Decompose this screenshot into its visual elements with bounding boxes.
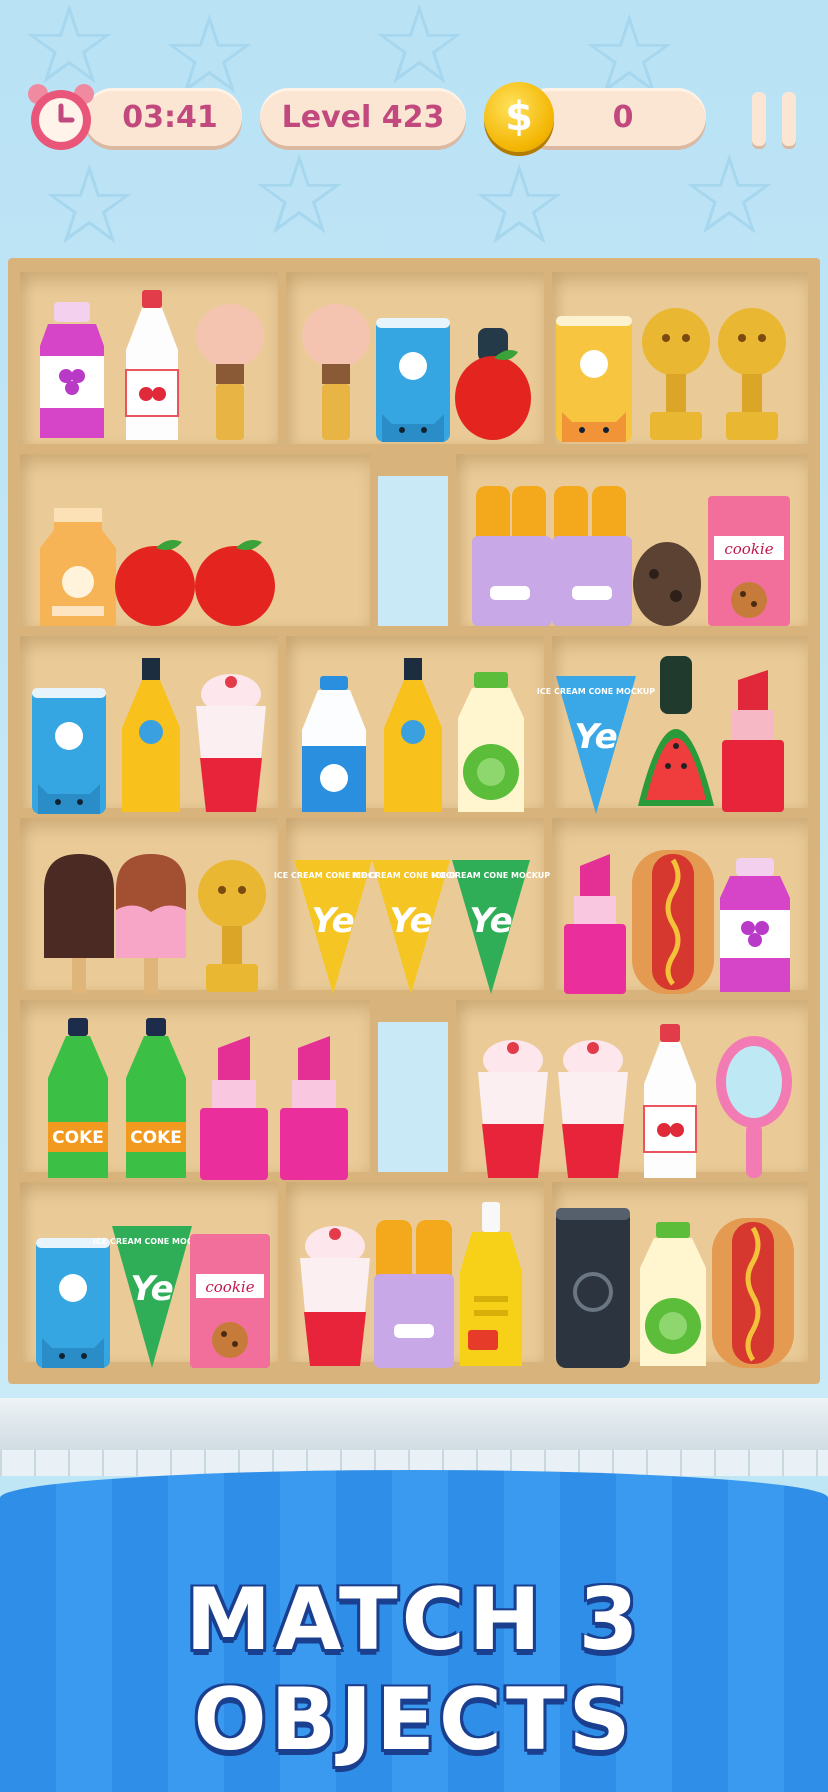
- star-decoration: ☆: [40, 141, 139, 269]
- yellow-ice-cream-cone-icon[interactable]: ICE CREAM CONE MOCKUP Ye: [274, 860, 392, 994]
- dark-can-icon[interactable]: [556, 1208, 630, 1368]
- star-decoration: ☆: [470, 141, 569, 269]
- strawberry-popsicle-icon[interactable]: [116, 854, 186, 994]
- pause-bar-icon: [752, 92, 766, 146]
- tray-counter: [0, 1398, 828, 1452]
- blue-ice-cream-cone-icon[interactable]: ICE CREAM CONE MOCKUP Ye: [537, 676, 655, 814]
- coke-label: COKE: [130, 1128, 182, 1148]
- cookie-label: cookie: [205, 1278, 254, 1296]
- empty-gap: [378, 476, 448, 626]
- green-ice-cream-cone-icon[interactable]: ICE CREAM CONE MOCKUP Ye: [432, 860, 550, 994]
- apple-icon[interactable]: [114, 536, 196, 626]
- watermelon-slice-icon[interactable]: [636, 656, 716, 814]
- ye-label: Ye: [389, 901, 432, 941]
- cookie-box-icon[interactable]: cookie: [708, 496, 790, 626]
- red-lipstick-icon[interactable]: [718, 670, 788, 814]
- blue-milk-bottle-icon[interactable]: [300, 676, 368, 814]
- yellow-ketchup-bottle-icon[interactable]: [458, 1202, 524, 1368]
- makeup-brush-icon[interactable]: [194, 302, 266, 442]
- trophy-icon[interactable]: [638, 306, 714, 442]
- orange-juice-bottle-icon[interactable]: [380, 658, 446, 814]
- fries-box-icon[interactable]: [472, 486, 634, 626]
- pause-bar-icon: [782, 92, 796, 146]
- cherry-milk-bottle-icon[interactable]: [122, 290, 182, 442]
- star-decoration: ☆: [680, 131, 779, 259]
- orange-juice-bottle-icon[interactable]: [118, 658, 184, 814]
- strawberry-milkshake-icon[interactable]: [556, 1038, 630, 1180]
- timer-display: 03:41: [84, 88, 242, 146]
- hand-mirror-icon[interactable]: [714, 1034, 794, 1180]
- fries-box-icon[interactable]: [374, 1220, 454, 1368]
- strawberry-milkshake-icon[interactable]: [476, 1038, 550, 1180]
- makeup-brush-icon[interactable]: [300, 302, 372, 442]
- milk-carton-icon[interactable]: [40, 508, 116, 626]
- grape-milk-bottle-icon[interactable]: [718, 858, 792, 994]
- apple-icon[interactable]: [454, 328, 532, 442]
- strawberry-milkshake-icon[interactable]: [298, 1224, 372, 1368]
- blue-cat-cup-icon[interactable]: [36, 1238, 110, 1368]
- level-text: Level 423: [281, 99, 445, 135]
- yellow-cat-cup-icon[interactable]: [556, 316, 632, 442]
- coin-icon: $: [484, 82, 554, 152]
- alarm-clock-icon: [28, 84, 94, 150]
- coin-symbol: $: [505, 94, 533, 140]
- egg-icon[interactable]: [632, 538, 702, 626]
- strawberry-milkshake-icon[interactable]: [194, 672, 268, 814]
- ye-label: Ye: [311, 901, 354, 941]
- pink-lipstick-icon[interactable]: [198, 1036, 270, 1180]
- coin-count-text: 0: [612, 99, 634, 135]
- timer-text: 03:41: [122, 99, 218, 135]
- ye-label: Ye: [130, 1269, 173, 1309]
- pink-lipstick-icon[interactable]: [560, 854, 630, 994]
- banner-title: MATCH 3 OBJECTS: [185, 1570, 643, 1770]
- coke-bottle-icon[interactable]: COKE: [44, 1018, 112, 1180]
- level-display: Level 423: [260, 88, 466, 146]
- hot-dog-icon[interactable]: [712, 1218, 794, 1368]
- cookie-label: cookie: [724, 540, 773, 558]
- green-yogurt-bottle-icon[interactable]: [638, 1222, 708, 1368]
- coke-label: COKE: [52, 1128, 104, 1148]
- trophy-icon[interactable]: [714, 306, 790, 442]
- blue-cat-cup-icon[interactable]: [376, 318, 450, 442]
- apple-icon[interactable]: [194, 536, 276, 626]
- green-yogurt-bottle-icon[interactable]: [456, 672, 526, 814]
- yellow-ice-cream-cone-icon[interactable]: ICE CREAM CONE MOCKUP Ye: [352, 860, 470, 994]
- hot-dog-icon[interactable]: [632, 850, 714, 994]
- pause-button[interactable]: [752, 92, 798, 146]
- blue-cat-cup-icon[interactable]: [32, 688, 106, 814]
- ye-label: Ye: [469, 901, 512, 941]
- grape-milk-bottle-icon[interactable]: [34, 302, 110, 442]
- star-decoration: ☆: [250, 131, 349, 259]
- cone-label: ICE CREAM CONE MOCKUP: [432, 871, 550, 880]
- green-ice-cream-cone-icon[interactable]: ICE CREAM CONE MOCKUP Ye: [93, 1226, 211, 1368]
- empty-gap: [378, 1022, 448, 1172]
- chocolate-popsicle-icon[interactable]: [44, 854, 114, 994]
- star-decoration: ☆: [370, 0, 469, 109]
- ye-label: Ye: [574, 717, 617, 757]
- pink-lipstick-icon[interactable]: [278, 1036, 350, 1180]
- cherry-milk-bottle-icon[interactable]: [640, 1024, 700, 1180]
- coke-bottle-icon[interactable]: COKE: [122, 1018, 190, 1180]
- trophy-icon[interactable]: [194, 858, 270, 994]
- cookie-box-icon[interactable]: cookie: [190, 1234, 270, 1368]
